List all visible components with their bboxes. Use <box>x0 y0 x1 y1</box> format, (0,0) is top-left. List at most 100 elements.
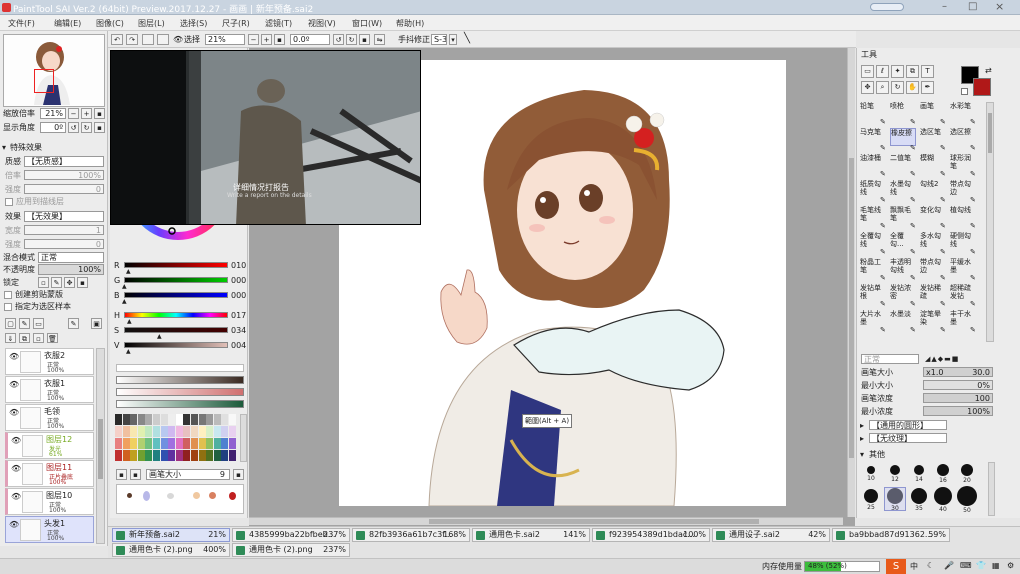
slider-thumb-icon[interactable]: ▲ <box>122 283 127 290</box>
document-tab-active[interactable]: 新年预备.sai2 21% <box>112 528 230 542</box>
menu-window[interactable]: 窗口(W) <box>352 18 382 29</box>
color-swatch[interactable] <box>191 426 198 437</box>
color-swatch[interactable] <box>145 450 153 461</box>
zoom-select[interactable]: 21% <box>205 34 245 45</box>
hand-tool-icon[interactable]: ✋ <box>906 81 919 94</box>
redo-icon[interactable]: ↷ <box>126 34 138 45</box>
nav-zoom-out-button[interactable]: − <box>68 108 79 119</box>
color-slider-v[interactable] <box>124 342 228 348</box>
canvas-v-scrollbar-thumb[interactable] <box>849 158 854 458</box>
brush-preset-icon[interactable]: ▪ <box>130 469 141 480</box>
move-icon[interactable]: ✥ <box>861 81 874 94</box>
layer-item-selected[interactable]: 👁 头发1 正常 100% <box>5 516 94 543</box>
navigator-viewport-frame[interactable] <box>34 69 54 93</box>
color-swatch[interactable] <box>122 450 130 461</box>
brush-size-dot[interactable] <box>957 486 977 506</box>
layer-item[interactable]: 👁 图层12 发光 61% <box>5 432 94 459</box>
new-folder-icon[interactable]: ▭ <box>33 318 44 329</box>
brush-size-dot[interactable] <box>934 487 952 505</box>
brush-texture-select[interactable]: 【无纹理】 <box>869 433 947 443</box>
color-swatch[interactable] <box>221 426 229 437</box>
new-layer-icon[interactable]: ▢ <box>5 318 16 329</box>
color-swatch[interactable] <box>145 414 153 425</box>
layer-scrollbar-thumb[interactable] <box>98 419 103 479</box>
rotate-reset-button[interactable]: ▪ <box>359 34 370 45</box>
document-tab[interactable]: 通用色卡.sai2 141% <box>472 528 590 542</box>
visibility-eye-icon[interactable]: 👁 <box>9 520 19 529</box>
color-swatch[interactable] <box>153 414 160 425</box>
effect-select[interactable]: 【无效果】 <box>24 211 104 222</box>
opacity-slider[interactable]: 100% <box>38 264 104 275</box>
deselect-button[interactable] <box>142 34 154 45</box>
texture-expand-icon[interactable]: ▸ <box>860 434 864 444</box>
color-swatch[interactable] <box>122 438 130 449</box>
color-swatch[interactable] <box>168 414 176 425</box>
menu-help[interactable]: 帮助(H) <box>396 18 424 29</box>
color-swatch[interactable] <box>229 438 236 449</box>
menu-file[interactable]: 文件(F) <box>8 18 35 29</box>
color-swatch[interactable] <box>183 450 191 461</box>
color-swatch[interactable] <box>213 450 221 461</box>
lock-all-icon[interactable]: ▪ <box>77 277 88 288</box>
other-expand-icon[interactable]: ▾ <box>860 450 864 460</box>
visibility-eye-icon[interactable]: 👁 <box>11 436 21 445</box>
clipping-checkbox[interactable] <box>4 291 12 299</box>
color-swatch[interactable] <box>221 450 229 461</box>
visibility-eye-icon[interactable]: 👁 <box>9 380 19 389</box>
brush-grid-scrollbar-thumb[interactable] <box>988 113 992 153</box>
rect-select-icon[interactable]: ▭ <box>861 65 874 78</box>
color-swatch[interactable] <box>229 450 236 461</box>
moon-icon[interactable]: ☾ <box>927 561 934 570</box>
ime-logo-icon[interactable]: S <box>886 559 906 574</box>
color-swatch[interactable] <box>160 450 168 461</box>
menu-select[interactable]: 选择(S) <box>180 18 207 29</box>
visibility-eye-icon[interactable]: 👁 <box>11 492 21 501</box>
color-swatch[interactable] <box>198 426 206 437</box>
color-swatch[interactable] <box>191 438 198 449</box>
color-swatch[interactable] <box>198 414 206 425</box>
color-swatch[interactable] <box>221 414 229 425</box>
select-toggle-icon[interactable]: 👁 <box>173 35 183 44</box>
color-swatch[interactable] <box>213 426 221 437</box>
layer-item[interactable]: 👁 图层10 正常 100% <box>5 488 94 515</box>
brush-size-dot[interactable] <box>890 465 900 475</box>
color-swatch[interactable] <box>160 414 168 425</box>
stabilizer-select[interactable]: S-3 <box>431 34 447 45</box>
zoom-tool-icon[interactable]: ⌕ <box>876 81 889 94</box>
slider-thumb-icon[interactable]: ▲ <box>157 333 162 340</box>
merge-down-icon[interactable]: ⇓ <box>5 333 16 343</box>
menu-view[interactable]: 视图(V) <box>308 18 336 29</box>
flip-button[interactable]: ⇋ <box>374 34 385 45</box>
color-swatch[interactable] <box>137 450 145 461</box>
zoom-out-button[interactable]: − <box>248 34 259 45</box>
strength-value[interactable]: 0 <box>24 184 104 194</box>
color-swatch[interactable] <box>206 450 214 461</box>
shape-expand-icon[interactable]: ▸ <box>860 421 864 431</box>
brush-mode-select[interactable]: 正常 <box>861 354 919 364</box>
nav-zoom-reset-button[interactable]: ▪ <box>94 108 105 119</box>
color-gradient-1[interactable] <box>116 376 244 384</box>
shirt-icon[interactable]: 👕 <box>976 561 986 570</box>
canvas-v-scrollbar[interactable] <box>847 48 855 517</box>
color-swatch[interactable] <box>213 414 221 425</box>
color-swatch[interactable] <box>153 450 160 461</box>
document-tab[interactable]: 通用色卡 (2).png 400% <box>112 543 230 557</box>
document-tab[interactable]: 82fb3936a61b7c3f... 168% <box>352 528 470 542</box>
slider-thumb-icon[interactable]: ▲ <box>126 348 131 355</box>
color-swatch[interactable] <box>183 414 191 425</box>
brush-size-dot[interactable] <box>864 489 878 503</box>
color-swatch[interactable] <box>191 450 198 461</box>
brush-size-dot[interactable] <box>914 465 924 475</box>
color-swatch[interactable] <box>122 426 130 437</box>
color-swatch[interactable] <box>115 438 122 449</box>
color-swatch[interactable] <box>153 426 160 437</box>
settings-icon[interactable]: ⚙ <box>1007 561 1014 570</box>
color-swatch[interactable] <box>115 450 122 461</box>
layer-scrollbar[interactable] <box>96 348 105 544</box>
nav-rotate-left-button[interactable]: ↺ <box>68 122 79 133</box>
color-slider-s[interactable] <box>124 327 228 333</box>
selection-source-checkbox[interactable] <box>4 303 12 311</box>
stabilizer-dropdown-icon[interactable]: ▾ <box>449 34 457 45</box>
brush-preset-icon[interactable]: ▪ <box>116 469 127 480</box>
color-swatch[interactable] <box>137 426 145 437</box>
